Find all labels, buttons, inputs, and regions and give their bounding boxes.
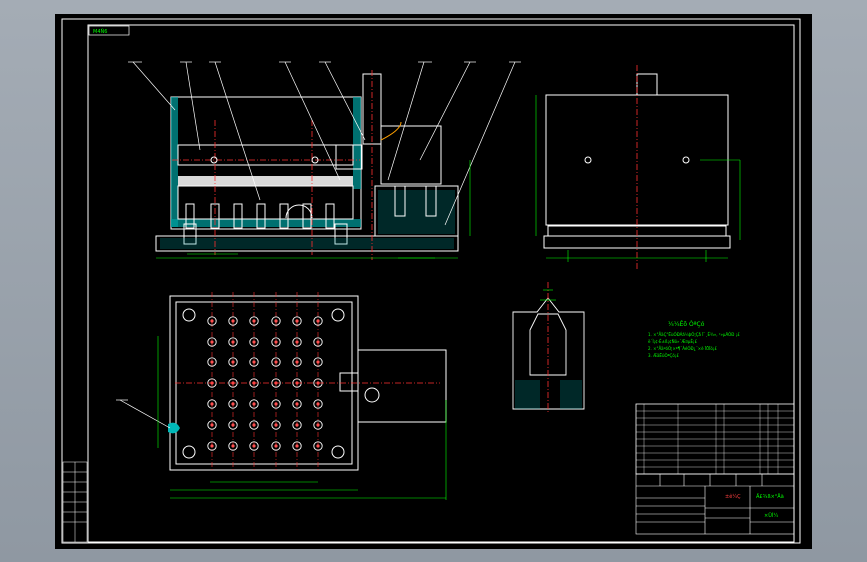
cavity-hole-center xyxy=(316,319,320,323)
cavity-hole-center xyxy=(231,402,235,406)
tech-req-line-1: 1. ×°ÅäÇ°ËùÓÐÁã¼þÓ¦Çå Ï´¸É¾», ²»µÃÓÐ ¡£ xyxy=(648,332,740,337)
stamp-text: M4Ñ6 xyxy=(93,28,107,35)
tech-req-line-3: 2. ×°ÅäºóÓ¦×ª¶¯ÁéÓÐ¿¨×è ÏÖÏó¡£ xyxy=(648,346,717,351)
cavity-hole-center xyxy=(231,444,235,448)
cavity-hole-center xyxy=(274,402,278,406)
drawing-name: Ä£¾ß×°Åä xyxy=(756,493,784,500)
cavity-hole-center xyxy=(231,319,235,323)
cavity-hole-center xyxy=(231,360,235,364)
tech-req-line-4: 3. ÆäËûÒªÇó¡£ xyxy=(648,353,679,358)
cavity-hole-center xyxy=(295,444,299,448)
cavity-hole-center xyxy=(274,319,278,323)
cavity-hole-center xyxy=(252,423,256,427)
cavity-hole-center xyxy=(210,340,214,344)
cavity-hole-center xyxy=(316,423,320,427)
cavity-hole-center xyxy=(252,360,256,364)
cavity-hole-center xyxy=(252,319,256,323)
cavity-hole-center xyxy=(295,423,299,427)
cavity-hole-center xyxy=(295,319,299,323)
cavity-hole-center xyxy=(316,340,320,344)
cavity-hole-center xyxy=(231,340,235,344)
cavity-hole-center xyxy=(295,360,299,364)
cavity-hole-center xyxy=(274,423,278,427)
cavity-hole-center xyxy=(252,340,256,344)
assembly-drawing: M4Ñ6 ¼¼Êõ ÒªÇó 1. ×°ÅäÇ°ËùÓÐÁã¼þÓ¦Çå Ï´¸… xyxy=(55,14,812,549)
cavity-hole-center xyxy=(231,423,235,427)
cavity-hole-center xyxy=(210,423,214,427)
title-block-label: ±ê¼Ç xyxy=(725,493,741,500)
cavity-hole-center xyxy=(252,444,256,448)
cavity-hole-center xyxy=(316,444,320,448)
cavity-hole-center xyxy=(274,444,278,448)
cad-viewport[interactable]: M4Ñ6 ¼¼Êõ ÒªÇó 1. ×°ÅäÇ°ËùÓÐÁã¼þÓ¦Çå Ï´¸… xyxy=(0,0,867,562)
tech-req-heading: ¼¼Êõ ÒªÇó xyxy=(668,320,705,328)
cavity-hole-center xyxy=(274,360,278,364)
cavity-hole-center xyxy=(295,402,299,406)
cavity-hole-center xyxy=(316,402,320,406)
cavity-hole-center xyxy=(210,444,214,448)
cavity-hole-center xyxy=(295,340,299,344)
cavity-hole-center xyxy=(252,402,256,406)
drawing-sheet xyxy=(55,14,812,549)
cavity-hole-center xyxy=(210,402,214,406)
tech-req-line-2: ë´Ì¡¢·É±ß¡¢Ñõ»¯Æ¤µÈ¡£ xyxy=(648,339,698,344)
cavity-hole-center xyxy=(210,360,214,364)
cavity-hole-center xyxy=(316,360,320,364)
cavity-hole-center xyxy=(274,340,278,344)
cavity-hole-center xyxy=(210,319,214,323)
drawing-code: ×ÜÍ¼ xyxy=(764,512,778,519)
